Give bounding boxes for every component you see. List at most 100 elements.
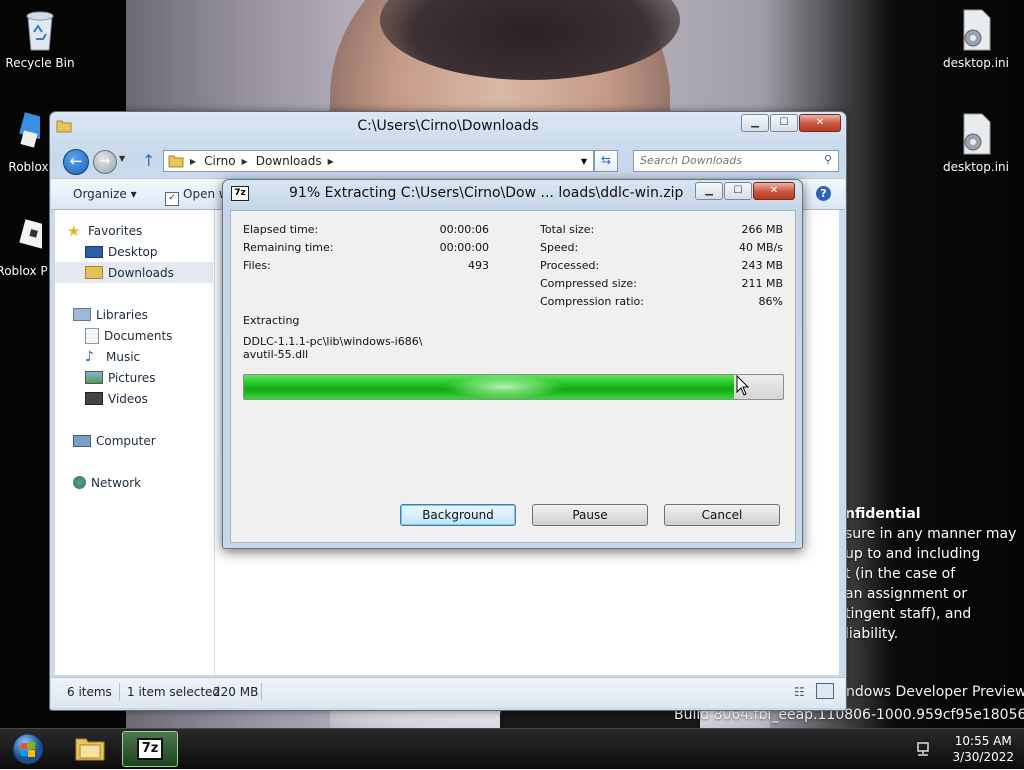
chevron-down-icon[interactable]: ▼ — [581, 157, 587, 166]
watermark-line: nfidential — [845, 506, 921, 522]
clock-date: 3/30/2022 — [952, 750, 1014, 764]
taskbar-explorer[interactable] — [62, 731, 118, 767]
taskbar: 7z 10:55 AM 3/30/2022 — [0, 728, 1024, 769]
nav-label: Downloads — [108, 265, 174, 280]
videos-icon — [85, 392, 103, 405]
nav-desktop[interactable]: Desktop — [55, 241, 213, 262]
open-icon: ✓ — [165, 192, 179, 206]
watermark-line: liability. — [845, 626, 899, 642]
clock-time: 10:55 AM — [954, 734, 1012, 748]
cancel-button[interactable]: Cancel — [664, 504, 780, 526]
pictures-icon — [85, 371, 103, 384]
nav-label: Videos — [108, 391, 148, 406]
nav-libraries[interactable]: Libraries — [73, 304, 231, 325]
arrow-left-icon: ← — [69, 152, 83, 170]
details-view-icon[interactable]: ☷ — [794, 685, 805, 699]
network-tray-icon[interactable] — [914, 741, 932, 757]
refresh-button[interactable]: ⇆ — [594, 150, 618, 172]
documents-icon — [85, 327, 99, 344]
forward-button[interactable]: → — [93, 150, 117, 174]
settings-file-icon — [963, 113, 991, 155]
nav-videos[interactable]: Videos — [55, 388, 213, 409]
7zip-icon-label: 7z — [141, 741, 159, 756]
nav-computer[interactable]: Computer — [73, 430, 231, 451]
stat-label: Remaining time: — [243, 241, 334, 254]
desktop-icon — [85, 245, 103, 258]
close-button[interactable]: ✕ — [799, 114, 841, 132]
back-button[interactable]: ← — [63, 149, 89, 175]
nav-pictures[interactable]: Pictures — [55, 367, 213, 388]
star-icon: ★ — [67, 221, 81, 240]
elapsed-time-value: 00:00:06 — [439, 223, 489, 236]
minimize-button[interactable]: ▁ — [695, 182, 723, 200]
nav-downloads[interactable]: Downloads — [55, 262, 213, 283]
search-icon[interactable]: ⚲ — [824, 153, 832, 166]
7zip-icon: 7z — [137, 738, 163, 760]
nav-label: Libraries — [96, 307, 148, 322]
caption-buttons: ▁ ☐ ✕ — [741, 114, 841, 132]
desktop-icon-desktop-ini-1[interactable]: desktop.ini — [936, 8, 1016, 70]
stat-label: Compression ratio: — [540, 295, 644, 308]
window-title: C:\Users\Cirno\Downloads — [357, 118, 539, 134]
desktop-icon-label: desktop.ini — [943, 56, 1009, 70]
stat-label: Total size: — [540, 223, 595, 236]
arrow-right-icon: → — [99, 154, 111, 169]
minimize-button[interactable]: ▁ — [741, 114, 769, 132]
address-bar[interactable]: ▶ Cirno ▶ Downloads ▶ ▼ — [163, 150, 594, 172]
open-with-button[interactable]: ✓ Open w — [165, 187, 229, 206]
watermark-line: tingent staff), and — [845, 606, 972, 622]
breadcrumb-downloads[interactable]: Downloads — [256, 154, 322, 168]
progress-glow — [444, 375, 564, 399]
background-button[interactable]: Background — [400, 504, 516, 526]
chevron-right-icon[interactable]: ▶ — [328, 157, 334, 166]
breadcrumb-cirno[interactable]: Cirno — [204, 154, 235, 168]
stat-label: Files: — [243, 259, 271, 272]
search-box[interactable]: ⚲ — [633, 150, 839, 172]
remaining-time-value: 00:00:00 — [439, 241, 489, 254]
maximize-button[interactable]: ☐ — [770, 114, 798, 132]
roblox-player-icon — [19, 219, 42, 249]
roblox-studio-icon — [19, 112, 40, 148]
pause-button[interactable]: Pause — [532, 504, 648, 526]
nav-documents[interactable]: Documents — [55, 325, 213, 346]
extraction-progress-bar — [243, 374, 784, 400]
help-icon: ? — [820, 187, 827, 200]
computer-icon — [73, 434, 91, 447]
desktop-icon-desktop-ini-2[interactable]: desktop.ini — [936, 112, 1016, 174]
dialog-title: 91% Extracting C:\Users\Cirno\Dow ... lo… — [289, 185, 684, 201]
chevron-right-icon[interactable]: ▶ — [242, 157, 248, 166]
clock[interactable]: 10:55 AM 3/30/2022 — [952, 733, 1014, 765]
nav-label: Desktop — [108, 244, 158, 259]
desktop-icon-recycle-bin[interactable]: Recycle Bin — [0, 8, 80, 70]
explorer-folder-icon — [75, 738, 105, 761]
stat-label: Speed: — [540, 241, 579, 254]
processed-value: 243 MB — [741, 259, 783, 272]
arrow-up-icon: ↑ — [142, 151, 156, 170]
up-button[interactable]: ↑ — [142, 151, 155, 170]
watermark-line: sure in any manner may — [845, 526, 1017, 542]
help-button[interactable]: ? — [816, 186, 831, 201]
compressed-size-value: 211 MB — [741, 277, 783, 290]
search-input[interactable] — [634, 151, 821, 169]
organize-menu[interactable]: Organize ▾ — [73, 187, 137, 201]
nav-favorites[interactable]: ★ Favorites — [67, 220, 225, 241]
downloads-folder-icon — [85, 266, 103, 279]
taskbar-7zip[interactable]: 7z — [122, 731, 178, 767]
preview-view-icon[interactable] — [816, 683, 834, 699]
start-button[interactable] — [4, 732, 52, 766]
total-size-value: 266 MB — [741, 223, 783, 236]
recycle-bin-icon — [26, 11, 54, 51]
settings-file-icon — [963, 9, 991, 51]
dialog-body: Elapsed time: 00:00:06 Remaining time: 0… — [230, 210, 796, 543]
close-button[interactable]: ✕ — [753, 182, 795, 200]
recent-pages-dropdown[interactable]: ▼ — [119, 154, 125, 163]
nav-music[interactable]: ♪ Music — [55, 346, 213, 367]
navigation-pane: ★ Favorites Desktop Downloads Libraries … — [55, 210, 215, 675]
maximize-button[interactable]: ☐ — [724, 182, 752, 200]
nav-network[interactable]: Network — [73, 472, 231, 493]
stat-label: Elapsed time: — [243, 223, 319, 236]
status-bar: 6 items 1 item selected 220 MB ☷ — [51, 677, 845, 708]
chevron-right-icon: ▶ — [190, 156, 197, 166]
nav-label: Favorites — [88, 223, 143, 238]
nav-label: Network — [91, 475, 142, 490]
